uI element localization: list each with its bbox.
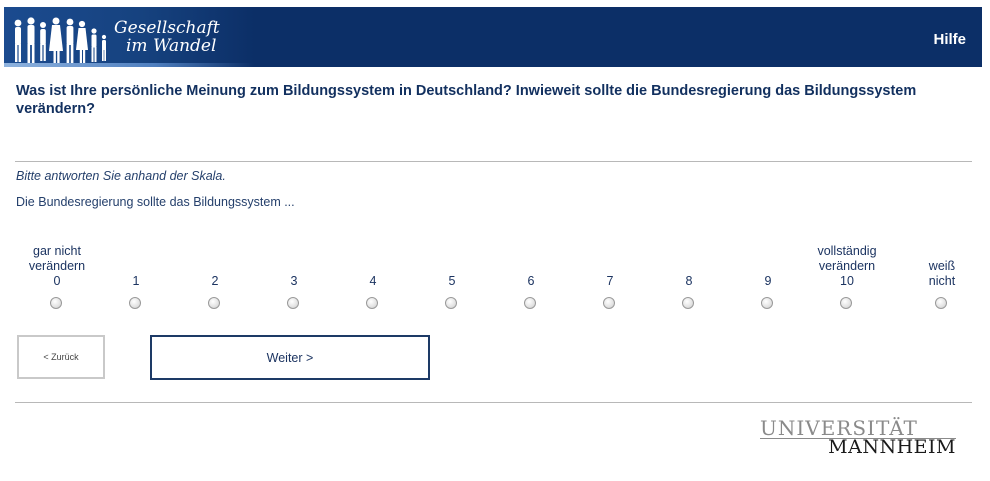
footer-divider [15, 402, 972, 403]
scale-label-8: 8 [685, 274, 693, 288]
scale-label-10: vollständig verändern 10 [817, 244, 877, 288]
scale-label-dont-know: weiß nicht [928, 259, 956, 288]
scale-option-3: 3 [249, 244, 339, 314]
scale-label-3: 3 [290, 274, 298, 288]
radio-7[interactable] [603, 297, 615, 309]
scale-option-1: 1 [91, 244, 181, 314]
question-stem: Die Bundesregierung sollte das Bildungss… [16, 195, 295, 209]
radio-5[interactable] [445, 297, 457, 309]
next-button[interactable]: Weiter > [150, 335, 430, 380]
radio-6[interactable] [524, 297, 536, 309]
scale-option-6: 6 [486, 244, 576, 314]
radio-10[interactable] [840, 297, 852, 309]
question-divider [15, 161, 972, 162]
scale-option-dont-know: weiß nicht [897, 244, 987, 314]
logo-line-2: MANNHEIM [828, 436, 956, 458]
brand-line-1: Gesellschaft [114, 18, 220, 38]
scale-option-0: gar nicht verändern 0 [12, 244, 102, 314]
scale-option-8: 8 [644, 244, 734, 314]
scale-label-7: 7 [606, 274, 614, 288]
scale-label-0: gar nicht verändern 0 [28, 244, 86, 288]
brand-line-2: im Wandel [126, 36, 217, 56]
help-link[interactable]: Hilfe [933, 31, 966, 48]
scale-label-5: 5 [448, 274, 456, 288]
scale-label-4: 4 [369, 274, 377, 288]
scale-label-1: 1 [132, 274, 140, 288]
scale-label-6: 6 [527, 274, 535, 288]
scale-option-10: vollständig verändern 10 [802, 244, 892, 314]
radio-0[interactable] [50, 297, 62, 309]
radio-9[interactable] [761, 297, 773, 309]
radio-8[interactable] [682, 297, 694, 309]
answer-instruction: Bitte antworten Sie anhand der Skala. [16, 169, 226, 183]
scale-label-9: 9 [764, 274, 772, 288]
radio-1[interactable] [129, 297, 141, 309]
scale-option-5: 5 [407, 244, 497, 314]
radio-2[interactable] [208, 297, 220, 309]
scale-option-7: 7 [565, 244, 655, 314]
radio-dont-know[interactable] [935, 297, 947, 309]
scale-option-2: 2 [170, 244, 260, 314]
question-text: Was ist Ihre persönliche Meinung zum Bil… [16, 83, 917, 117]
scale-option-4: 4 [328, 244, 418, 314]
back-button[interactable]: < Zurück [17, 335, 105, 379]
people-silhouettes-logo [14, 17, 107, 63]
radio-3[interactable] [287, 297, 299, 309]
brand-title: Gesellschaft im Wandel [114, 19, 220, 55]
scale-label-2: 2 [211, 274, 219, 288]
radio-4[interactable] [366, 297, 378, 309]
site-header: Gesellschaft im Wandel Hilfe [4, 7, 982, 67]
university-logo: UNIVERSITÄT MANNHEIM [760, 416, 960, 462]
scale-option-9: 9 [723, 244, 813, 314]
